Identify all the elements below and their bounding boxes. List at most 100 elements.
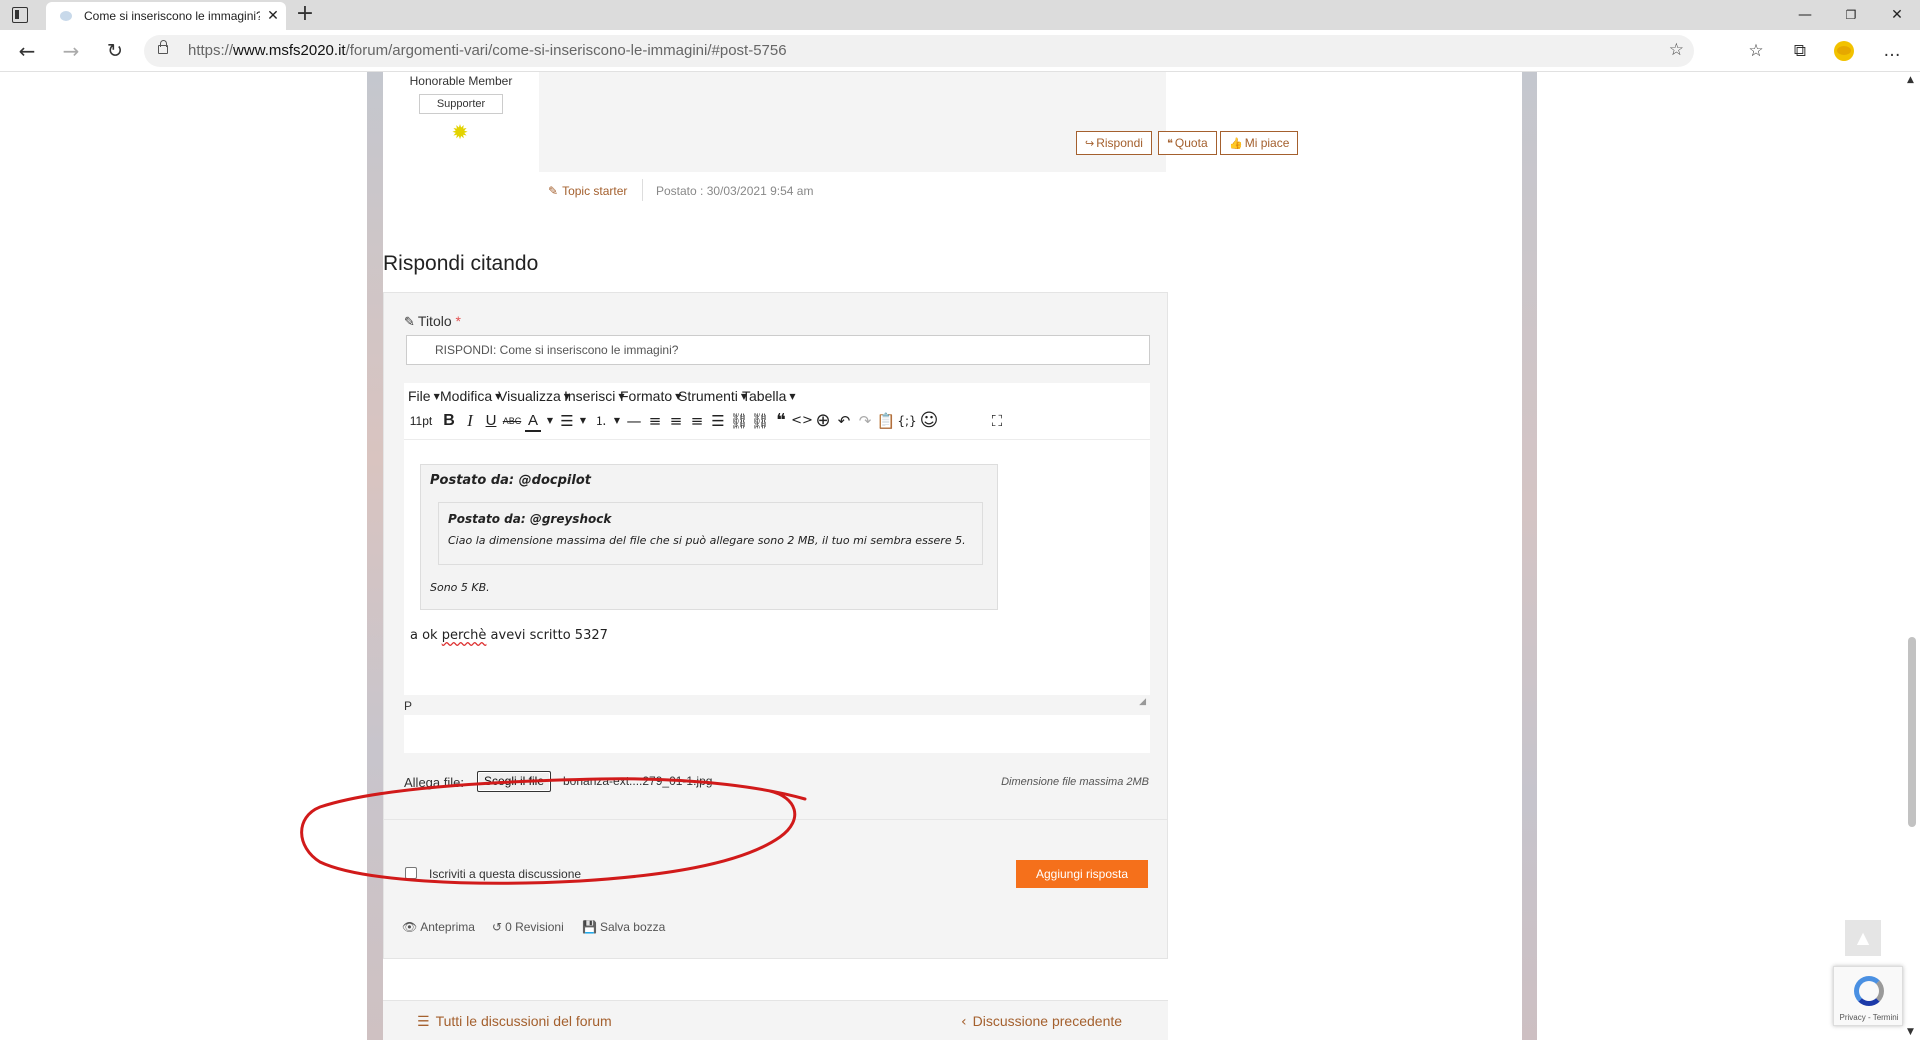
element-path[interactable]: P <box>404 699 412 713</box>
source-code-icon[interactable]: {;} <box>896 409 918 433</box>
max-file-size: Dimensione file massima 2MB <box>1001 776 1149 788</box>
menu-table[interactable]: Tabella ▼ <box>742 388 796 404</box>
forum-navigation: ☰ Tutti le discussioni del forum ‹ Discuss… <box>383 1000 1168 1040</box>
chevron-down-icon: ▼ <box>433 392 440 401</box>
reply-button[interactable]: ↪ Rispondi <box>1076 131 1152 155</box>
forward-arrow-icon[interactable]: → <box>56 36 86 66</box>
recaptcha-badge[interactable]: Privacy - Termini <box>1833 966 1903 1026</box>
blockquote-icon[interactable]: ❝ <box>770 409 792 433</box>
insert-plus-icon[interactable]: ⊕ <box>812 409 834 433</box>
scrollbar-thumb[interactable] <box>1908 637 1916 827</box>
topic-starter-label: ✎ Topic starter <box>548 184 628 198</box>
attached-filename: bonanza-ext....279_01-1.jpg <box>563 774 713 788</box>
all-discussions-link[interactable]: ☰ Tutti le discussioni del forum <box>417 1013 612 1030</box>
editor-content[interactable]: Postato da: @docpilot Postato da: @greys… <box>404 439 1150 695</box>
unlink-icon[interactable]: ⛓ <box>749 409 771 433</box>
menu-format[interactable]: Formato ▼ <box>620 388 681 404</box>
strikethrough-icon[interactable]: ABC <box>501 409 523 433</box>
page-scrollbar[interactable]: ▲ ▼ <box>1903 72 1920 1040</box>
tab-actions-icon[interactable] <box>12 7 28 23</box>
scroll-down-icon[interactable]: ▼ <box>1907 1027 1914 1037</box>
back-arrow-icon[interactable]: ← <box>12 36 42 66</box>
minimize-button[interactable]: — <box>1782 0 1828 30</box>
title-input[interactable]: RISPONDI: Come si inseriscono le immagin… <box>406 335 1150 365</box>
align-center-icon[interactable]: ≡ <box>665 409 687 433</box>
profile-avatar-icon[interactable] <box>1834 41 1854 61</box>
favorites-icon[interactable]: ☆ <box>1744 40 1768 62</box>
editor-statusbar: P ◢ <box>404 695 1150 715</box>
underline-icon[interactable]: U <box>480 409 502 433</box>
url-field[interactable]: https://www.msfs2020.it/forum/argomenti-… <box>144 35 1694 67</box>
scroll-up-icon[interactable]: ▲ <box>1907 75 1914 85</box>
add-favorite-icon[interactable]: ☆ <box>1669 40 1684 60</box>
tab-title: Come si inseriscono le immagini? <box>84 9 260 23</box>
choose-file-button[interactable]: Scegli il file <box>477 771 552 792</box>
outer-quote: Postato da: @docpilot Postato da: @greys… <box>420 464 998 610</box>
emoticon-icon[interactable]: ☺ <box>918 409 940 433</box>
quote-button[interactable]: ❝ Quota <box>1158 131 1217 155</box>
align-left-icon[interactable]: ≡ <box>644 409 666 433</box>
redo-icon[interactable]: ↷ <box>854 409 876 433</box>
chevron-down-icon[interactable]: ▼ <box>612 409 622 433</box>
recaptcha-text[interactable]: Privacy - Termini <box>1834 1013 1904 1022</box>
title-label: ✎ Titolo * <box>404 313 461 330</box>
post-author-column: Honorable Member Supporter ✹ <box>383 72 539 172</box>
link-icon[interactable]: ⛓ <box>728 409 750 433</box>
chevron-down-icon[interactable]: ▼ <box>545 409 555 433</box>
inner-quote-text: Ciao la dimensione massima del file che … <box>448 534 966 547</box>
subscribe-checkbox[interactable] <box>405 867 417 879</box>
reply-body-text: a ok perchè avevi scritto 5327 <box>410 628 608 643</box>
restore-button[interactable]: ❐ <box>1828 0 1874 30</box>
paste-icon[interactable]: 📋 <box>875 409 897 433</box>
font-size-select[interactable]: 11pt <box>406 409 436 433</box>
subscribe-label[interactable]: Iscriviti a questa discussione <box>429 867 581 881</box>
recaptcha-logo-icon <box>1854 976 1884 1006</box>
refresh-icon[interactable]: ↻ <box>100 36 130 66</box>
resize-handle-icon[interactable]: ◢ <box>1139 697 1146 707</box>
post-date: Postato : 30/03/2021 9:54 am <box>656 184 814 198</box>
code-icon[interactable]: <> <box>791 409 813 433</box>
fullscreen-icon[interactable]: ⛶ <box>986 409 1008 433</box>
post-body: ↪ Rispondi ❝ Quota 👍 Mi piace <box>539 72 1299 172</box>
reply-form: ✎ Titolo * RISPONDI: Come si inseriscono … <box>383 292 1168 959</box>
bullet-list-icon[interactable]: ☰ <box>556 409 578 433</box>
italic-icon[interactable]: I <box>459 409 481 433</box>
outer-quote-title: Postato da: @docpilot <box>430 473 591 488</box>
list-icon: ☰ <box>417 1014 430 1030</box>
new-tab-button[interactable]: + <box>292 2 318 28</box>
back-to-top-button[interactable]: ▲ <box>1845 920 1881 956</box>
settings-more-icon[interactable]: … <box>1880 40 1904 62</box>
thumbs-up-icon: 👍 <box>1229 137 1243 150</box>
previous-discussion-link[interactable]: ‹ Discussione precedente <box>961 1013 1122 1030</box>
revisions-link[interactable]: ↺ 0 Revisioni <box>492 920 564 934</box>
tab-close-icon[interactable]: ✕ <box>264 6 282 24</box>
close-window-button[interactable]: ✕ <box>1874 0 1920 30</box>
align-right-icon[interactable]: ≡ <box>686 409 708 433</box>
like-button[interactable]: 👍 Mi piace <box>1220 131 1299 155</box>
browser-tab[interactable]: Come si inseriscono le immagini? ✕ <box>46 2 286 30</box>
inner-quote-title: Postato da: @greyshock <box>448 512 612 526</box>
meta-divider <box>642 179 643 201</box>
undo-icon[interactable]: ↶ <box>833 409 855 433</box>
add-reply-button[interactable]: Aggiungi risposta <box>1016 860 1148 888</box>
text-color-icon[interactable]: A <box>522 409 544 433</box>
numbered-list-icon[interactable]: ⒈ <box>590 409 612 433</box>
menu-view[interactable]: Visualizza ▼ <box>498 388 570 404</box>
collections-icon[interactable]: ⧉ <box>1788 40 1812 62</box>
bold-icon[interactable]: B <box>438 409 460 433</box>
align-justify-icon[interactable]: ☰ <box>707 409 729 433</box>
save-draft-link[interactable]: 💾 Salva bozza <box>582 920 665 934</box>
preview-link[interactable]: 👁 Anteprima <box>402 920 475 934</box>
menu-file[interactable]: File ▼ <box>408 388 440 404</box>
quote-icon: ❝ <box>1167 137 1173 150</box>
background-strip <box>367 72 383 1040</box>
menu-edit[interactable]: Modifica ▼ <box>440 388 501 404</box>
menu-insert[interactable]: Inserisci ▼ <box>564 388 625 404</box>
menu-tools[interactable]: Strumenti ▼ <box>678 388 747 404</box>
feather-icon: ✎ <box>548 184 559 198</box>
site-favicon-icon <box>60 11 72 21</box>
chevron-down-icon[interactable]: ▼ <box>578 409 588 433</box>
inner-quote: Postato da: @greyshock Ciao la dimension… <box>438 502 983 565</box>
horizontal-line-icon[interactable]: — <box>623 409 645 433</box>
eye-icon: 👁 <box>402 920 418 934</box>
